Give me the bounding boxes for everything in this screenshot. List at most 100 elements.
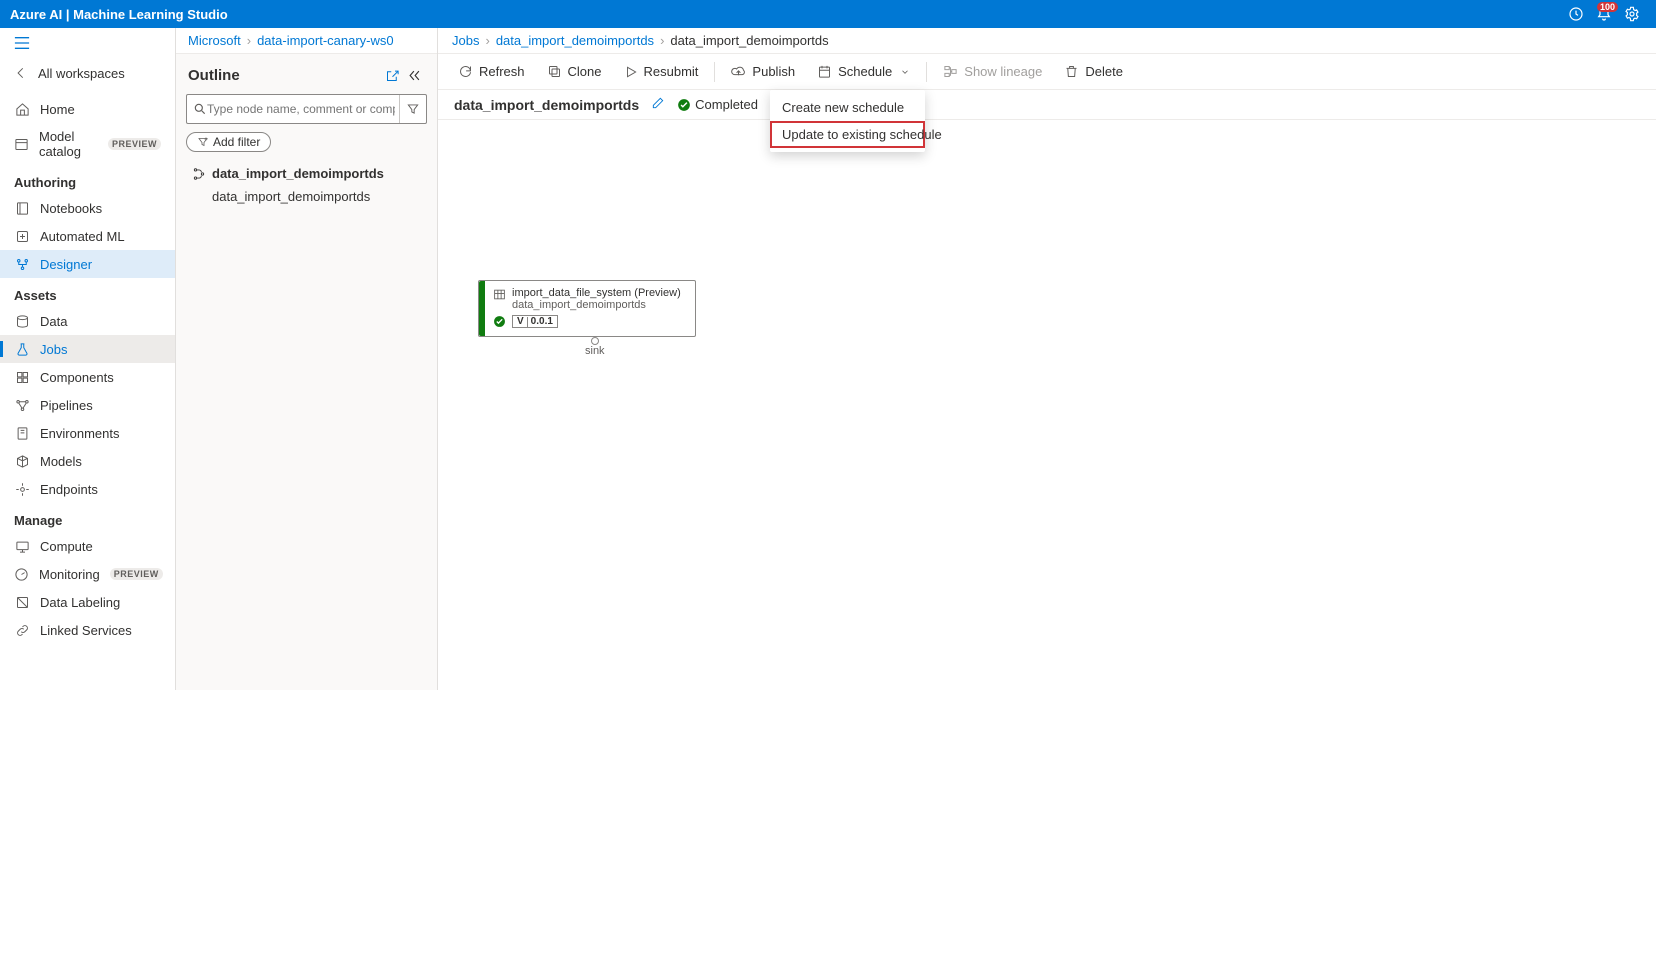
toolbar-label: Clone <box>568 64 602 79</box>
port-label: sink <box>585 345 605 357</box>
settings-gear-icon[interactable] <box>1618 0 1646 28</box>
schedule-menu-create[interactable]: Create new schedule <box>770 94 925 121</box>
job-toolbar: Refresh Clone Resubmit Publish Schedule <box>438 54 1656 90</box>
job-status: Completed <box>677 97 758 112</box>
app-title: Azure AI | Machine Learning Studio <box>10 7 228 22</box>
sidebar-item-models[interactable]: Models <box>0 447 175 475</box>
breadcrumb-current: data_import_demoimportds <box>670 33 828 48</box>
breadcrumb: Microsoft › data-import-canary-ws0 <box>176 28 437 54</box>
node-subtitle: data_import_demoimportds <box>512 299 681 311</box>
breadcrumb-experiment[interactable]: data_import_demoimportds <box>496 33 654 48</box>
branch-icon <box>192 167 206 181</box>
refresh-button[interactable]: Refresh <box>448 60 535 83</box>
tree-child-label: data_import_demoimportds <box>212 189 370 204</box>
jobs-flask-icon <box>14 341 30 357</box>
sidebar-item-endpoints[interactable]: Endpoints <box>0 475 175 503</box>
sidebar-item-home[interactable]: Home <box>0 95 175 123</box>
success-check-icon <box>677 98 691 112</box>
status-text: Completed <box>695 97 758 112</box>
outline-tree-child[interactable]: data_import_demoimportds <box>186 185 427 208</box>
monitoring-icon <box>14 566 29 582</box>
import-data-icon <box>493 288 506 304</box>
version-tag: V 0.0.1 <box>512 315 558 328</box>
delete-button[interactable]: Delete <box>1054 60 1133 83</box>
left-navigation: All workspaces Home Model catalog PREVIE… <box>0 28 176 690</box>
notification-badge: 100 <box>1597 2 1618 12</box>
outline-tree-root[interactable]: data_import_demoimportds <box>186 162 427 185</box>
sidebar-item-environments[interactable]: Environments <box>0 419 175 447</box>
node-output-port[interactable]: sink <box>585 337 605 357</box>
toolbar-separator <box>926 62 927 82</box>
sidebar-item-linked-services[interactable]: Linked Services <box>0 616 175 644</box>
sidebar-item-pipelines[interactable]: Pipelines <box>0 391 175 419</box>
resubmit-button[interactable]: Resubmit <box>614 60 709 83</box>
home-icon <box>14 101 30 117</box>
main-content: Jobs › data_import_demoimportds › data_i… <box>438 28 1656 690</box>
sidebar-item-components[interactable]: Components <box>0 363 175 391</box>
breadcrumb-workspace[interactable]: data-import-canary-ws0 <box>257 33 394 48</box>
hamburger-menu-icon[interactable] <box>0 32 175 59</box>
section-manage: Manage <box>0 503 175 532</box>
chevron-right-icon: › <box>485 33 489 48</box>
notebook-icon <box>14 200 30 216</box>
notification-bell-icon[interactable]: 100 <box>1590 0 1618 28</box>
all-workspaces-link[interactable]: All workspaces <box>0 59 175 87</box>
components-icon <box>14 369 30 385</box>
toolbar-label: Delete <box>1085 64 1123 79</box>
nav-label: Components <box>40 370 114 385</box>
nav-label: Monitoring <box>39 567 100 582</box>
sidebar-item-compute[interactable]: Compute <box>0 532 175 560</box>
nav-label: Environments <box>40 426 119 441</box>
job-header: data_import_demoimportds Completed <box>438 90 1656 120</box>
breadcrumb-main: Jobs › data_import_demoimportds › data_i… <box>438 28 1656 54</box>
search-icon <box>193 102 207 116</box>
environments-icon <box>14 425 30 441</box>
outline-search-input[interactable] <box>207 102 395 116</box>
outline-search-box[interactable] <box>186 94 427 124</box>
nav-label: Notebooks <box>40 201 102 216</box>
add-filter-label: Add filter <box>213 135 260 149</box>
nav-label: Models <box>40 454 82 469</box>
filter-icon[interactable] <box>399 95 420 123</box>
clone-button[interactable]: Clone <box>537 60 612 83</box>
sidebar-item-notebooks[interactable]: Notebooks <box>0 194 175 222</box>
sidebar-item-model-catalog[interactable]: Model catalog PREVIEW <box>0 123 175 165</box>
share-icon[interactable] <box>381 64 403 86</box>
edit-pencil-icon[interactable] <box>651 96 665 113</box>
nav-label: Data Labeling <box>40 595 120 610</box>
nav-label: Data <box>40 314 67 329</box>
publish-button[interactable]: Publish <box>721 60 805 83</box>
add-filter-button[interactable]: Add filter <box>186 132 271 152</box>
sidebar-item-data-labeling[interactable]: Data Labeling <box>0 588 175 616</box>
chevron-right-icon: › <box>247 33 251 48</box>
pipeline-node[interactable]: import_data_file_system (Preview) data_i… <box>478 280 696 337</box>
job-name: data_import_demoimportds <box>454 97 639 113</box>
version-number: 0.0.1 <box>531 316 553 327</box>
breadcrumb-jobs[interactable]: Jobs <box>452 33 479 48</box>
endpoints-icon <box>14 481 30 497</box>
sidebar-item-jobs[interactable]: Jobs <box>0 335 175 363</box>
sidebar-item-automated-ml[interactable]: Automated ML <box>0 222 175 250</box>
sidebar-item-designer[interactable]: Designer <box>0 250 175 278</box>
node-title: import_data_file_system (Preview) <box>512 287 681 299</box>
schedule-dropdown: Create new schedule Update to existing s… <box>770 90 925 152</box>
preview-badge: PREVIEW <box>108 138 161 150</box>
sidebar-item-monitoring[interactable]: Monitoring PREVIEW <box>0 560 175 588</box>
automl-icon <box>14 228 30 244</box>
back-arrow-icon <box>14 65 28 81</box>
pipeline-canvas[interactable]: import_data_file_system (Preview) data_i… <box>438 120 1656 690</box>
nav-label: Endpoints <box>40 482 98 497</box>
toolbar-label: Publish <box>752 64 795 79</box>
port-circle-icon <box>591 337 599 345</box>
clock-icon[interactable] <box>1562 0 1590 28</box>
compute-icon <box>14 538 30 554</box>
schedule-button[interactable]: Schedule <box>807 60 920 83</box>
schedule-menu-update[interactable]: Update to existing schedule <box>770 121 925 148</box>
collapse-panel-icon[interactable] <box>403 64 425 86</box>
models-icon <box>14 453 30 469</box>
sidebar-item-data[interactable]: Data <box>0 307 175 335</box>
success-check-icon <box>493 315 506 328</box>
data-icon <box>14 313 30 329</box>
breadcrumb-microsoft[interactable]: Microsoft <box>188 33 241 48</box>
labeling-icon <box>14 594 30 610</box>
